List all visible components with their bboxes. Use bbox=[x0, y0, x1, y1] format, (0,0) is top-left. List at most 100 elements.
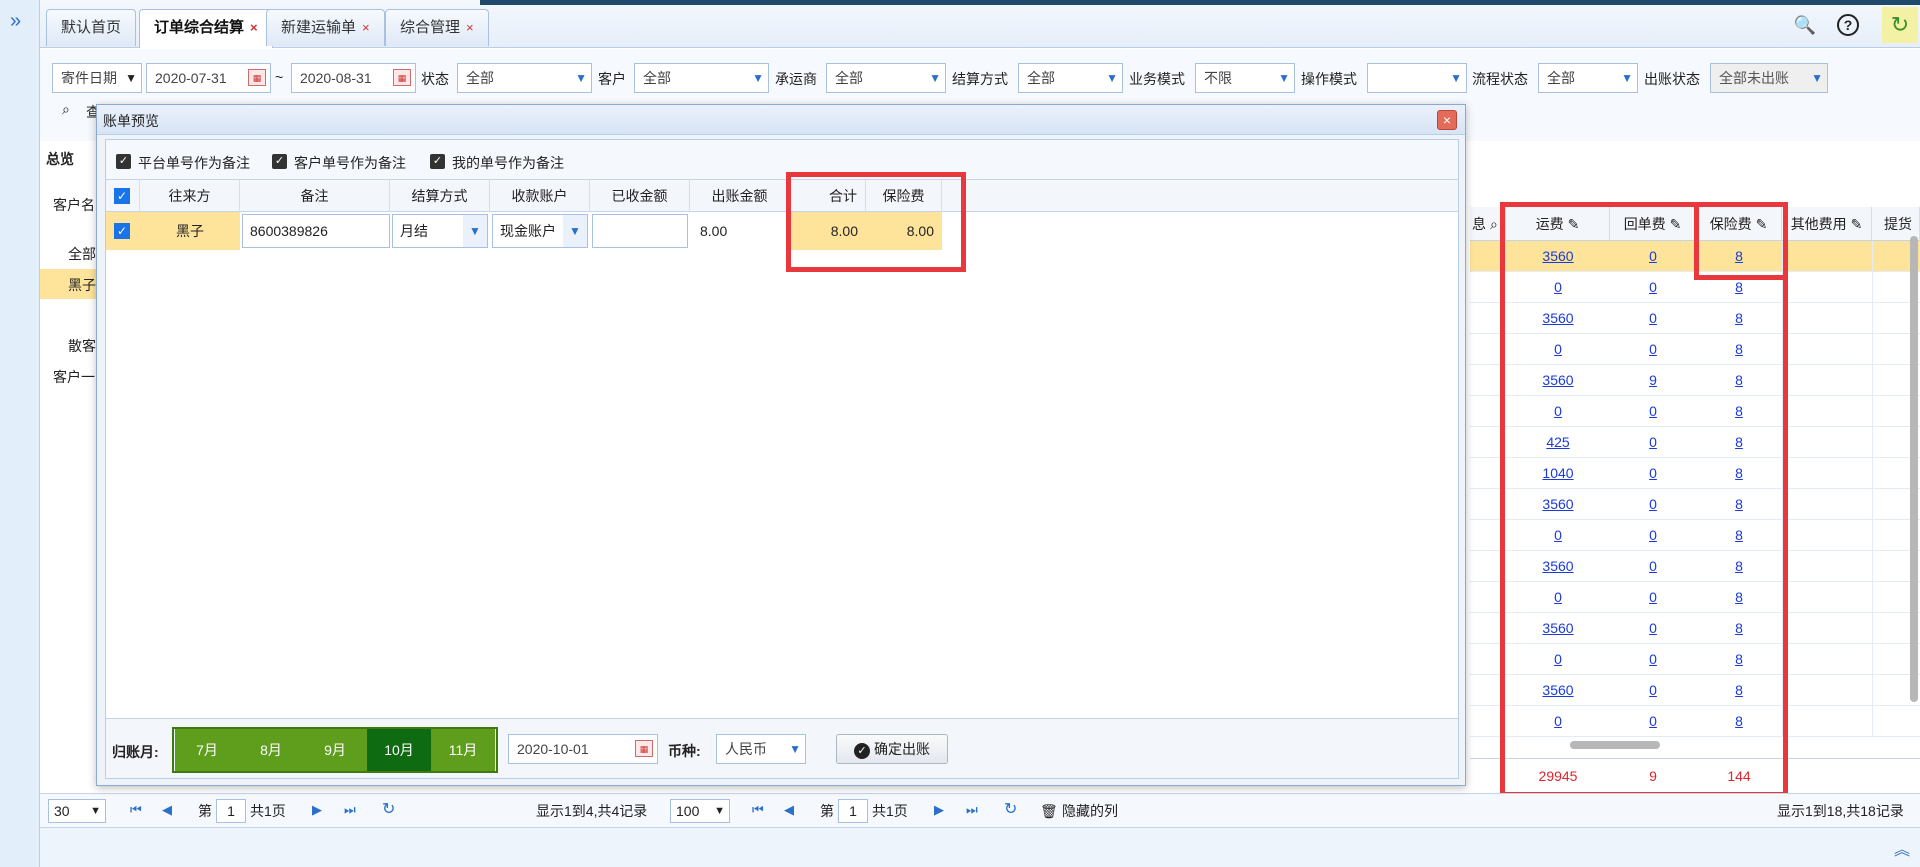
month-option-9[interactable]: 9月 bbox=[303, 729, 367, 771]
first-page-icon[interactable]: ⏮ bbox=[130, 802, 142, 818]
date-to-value: 2020-08-31 bbox=[300, 70, 372, 86]
edit-icon[interactable]: ✎ bbox=[1851, 216, 1863, 232]
date-from-input[interactable]: 2020-07-31 ▦ bbox=[146, 63, 271, 93]
option-checkbox-mine[interactable]: ✓ bbox=[430, 154, 445, 169]
first-page-icon[interactable]: ⏮ bbox=[752, 802, 764, 818]
bill-date-input[interactable]: 2020-10-01 ▦ bbox=[508, 734, 658, 764]
date-type-select[interactable]: 寄件日期 ▼ bbox=[52, 63, 142, 93]
cell-pickup bbox=[1872, 706, 1920, 737]
row-checkbox[interactable]: ✓ bbox=[114, 223, 130, 239]
collapse-up-icon[interactable]: ︽ bbox=[1894, 836, 1910, 860]
option-label-platform: 平台单号作为备注 bbox=[138, 155, 250, 171]
month-option-7[interactable]: 7月 bbox=[175, 729, 239, 771]
dialog-titlebar: 账单预览 × bbox=[97, 105, 1465, 135]
op-select[interactable]: ▼ bbox=[1367, 63, 1467, 93]
date-to-input[interactable]: 2020-08-31 ▦ bbox=[291, 63, 416, 93]
calendar-icon[interactable]: ▦ bbox=[248, 69, 266, 86]
tab-order-settlement[interactable]: 订单综合结算 × bbox=[139, 9, 273, 48]
settle-select[interactable]: 全部 ▼ bbox=[1018, 63, 1123, 93]
next-page-icon[interactable]: ▶ bbox=[934, 802, 944, 818]
cell-other bbox=[1782, 365, 1872, 396]
dialog-title: 账单预览 bbox=[103, 113, 159, 129]
note-input[interactable]: 8600389826 bbox=[242, 214, 390, 248]
last-page-icon[interactable]: ⏭ bbox=[966, 802, 978, 818]
status-select[interactable]: 全部 ▼ bbox=[457, 63, 592, 93]
flow-label: 流程状态 bbox=[1472, 71, 1528, 87]
customer-row-heizi[interactable]: 黑子 bbox=[68, 275, 96, 295]
customer-row-one[interactable]: 客户一 bbox=[53, 367, 95, 387]
calendar-icon[interactable]: ▦ bbox=[393, 69, 411, 86]
expand-sidebar-icon[interactable]: » bbox=[10, 10, 21, 33]
overview-tab[interactable]: 总览 bbox=[46, 149, 74, 169]
cell-other bbox=[1782, 427, 1872, 458]
refresh-icon[interactable]: ↻ bbox=[1882, 7, 1918, 43]
biz-select[interactable]: 不限 ▼ bbox=[1195, 63, 1295, 93]
carrier-label: 承运商 bbox=[775, 71, 817, 87]
search-icon[interactable]: 🔍 bbox=[1792, 12, 1818, 38]
month-option-11[interactable]: 11月 bbox=[431, 729, 495, 771]
settle-select[interactable]: 月结 ▼ bbox=[392, 214, 488, 248]
calendar-icon[interactable]: ▦ bbox=[635, 740, 653, 757]
close-icon[interactable]: × bbox=[250, 20, 258, 35]
reload-icon[interactable]: ↻ bbox=[1004, 799, 1017, 819]
close-icon[interactable]: × bbox=[362, 20, 370, 35]
reload-icon[interactable]: ↻ bbox=[382, 799, 395, 819]
chevron-down-icon: ▼ bbox=[125, 71, 137, 85]
option-checkbox-customer[interactable]: ✓ bbox=[272, 154, 287, 169]
tab-general-management[interactable]: 综合管理 × bbox=[385, 9, 489, 46]
search-icon[interactable]: ⌕ bbox=[62, 101, 70, 118]
carrier-select[interactable]: 全部 ▼ bbox=[826, 63, 946, 93]
chevron-down-icon: ▼ bbox=[1278, 71, 1290, 85]
page-size-value: 30 bbox=[54, 803, 70, 819]
customer-summary: 总览 客户名 全部 黑子 散客 客户一 bbox=[40, 141, 98, 786]
col-party: 往来方 bbox=[140, 180, 240, 212]
page-number-input-left[interactable]: 1 bbox=[216, 799, 246, 823]
customer-row-all[interactable]: 全部 bbox=[68, 244, 96, 264]
customer-row-walkin[interactable]: 散客 bbox=[68, 336, 96, 356]
hidden-columns-link[interactable]: 隐藏的列 bbox=[1062, 800, 1118, 822]
customer-value: 全部 bbox=[643, 70, 671, 86]
status-label: 状态 bbox=[421, 71, 449, 87]
prev-page-icon[interactable]: ◀ bbox=[784, 802, 794, 818]
option-checkbox-platform[interactable]: ✓ bbox=[116, 154, 131, 169]
bill-status-select[interactable]: 全部未出账 ▼ bbox=[1710, 63, 1828, 93]
received-input[interactable] bbox=[592, 214, 688, 248]
page-size-select-right[interactable]: 100 ▼ bbox=[670, 799, 730, 823]
col-account: 收款账户 bbox=[490, 180, 590, 212]
prev-page-icon[interactable]: ◀ bbox=[162, 802, 172, 818]
tab-bar: 默认首页 订单综合结算 × 新建运输单 × 综合管理 × 🔍 ? ↻ bbox=[40, 0, 1920, 48]
search-icon[interactable]: ⌕ bbox=[1490, 216, 1498, 232]
date-from-value: 2020-07-31 bbox=[155, 70, 227, 86]
chevron-down-icon: ▼ bbox=[929, 71, 941, 85]
op-label: 操作模式 bbox=[1301, 71, 1357, 87]
tab-home[interactable]: 默认首页 bbox=[46, 9, 137, 46]
currency-select[interactable]: 人民币 ▼ bbox=[716, 734, 806, 764]
trash-icon[interactable]: 🗑 bbox=[1040, 800, 1058, 822]
account-select[interactable]: 现金账户 ▼ bbox=[492, 214, 588, 248]
help-icon[interactable]: ? bbox=[1837, 14, 1859, 36]
next-page-icon[interactable]: ▶ bbox=[312, 802, 322, 818]
tab-new-transport[interactable]: 新建运输单 × bbox=[266, 9, 385, 46]
confirm-bill-button[interactable]: ✓ 确定出账 bbox=[836, 734, 948, 764]
flow-select[interactable]: 全部 ▼ bbox=[1538, 63, 1638, 93]
customer-select[interactable]: 全部 ▼ bbox=[634, 63, 769, 93]
cell-party: 黑子 bbox=[140, 212, 240, 250]
month-option-10[interactable]: 10月 bbox=[367, 729, 431, 771]
page-size-select-left[interactable]: 30 ▼ bbox=[48, 799, 106, 823]
tab-label: 新建运输单 bbox=[281, 19, 357, 36]
pager-info-right: 显示1到18,共18记录 bbox=[1777, 803, 1904, 819]
bill-date-value: 2020-10-01 bbox=[517, 741, 589, 757]
grid-header-other[interactable]: 其他费用 ✎ bbox=[1782, 207, 1872, 241]
option-label-mine: 我的单号作为备注 bbox=[452, 155, 564, 171]
grid-vscroll-thumb[interactable] bbox=[1910, 236, 1918, 702]
page-number-input-right[interactable]: 1 bbox=[838, 799, 868, 823]
close-icon[interactable]: × bbox=[466, 20, 474, 35]
close-icon[interactable]: × bbox=[1437, 110, 1457, 130]
pager-bar: 30 ▼ ⏮ ◀ 第 1 共1页 ▶ ⏭ ↻ 显示1到4,共4记录 100 ▼ ⏮ … bbox=[40, 793, 1920, 827]
biz-label: 业务模式 bbox=[1129, 71, 1185, 87]
month-option-8[interactable]: 8月 bbox=[239, 729, 303, 771]
select-all-checkbox[interactable]: ✓ bbox=[114, 188, 130, 204]
last-page-icon[interactable]: ⏭ bbox=[344, 802, 356, 818]
customer-column-header: 客户名 bbox=[53, 197, 95, 213]
cell-other bbox=[1782, 303, 1872, 334]
